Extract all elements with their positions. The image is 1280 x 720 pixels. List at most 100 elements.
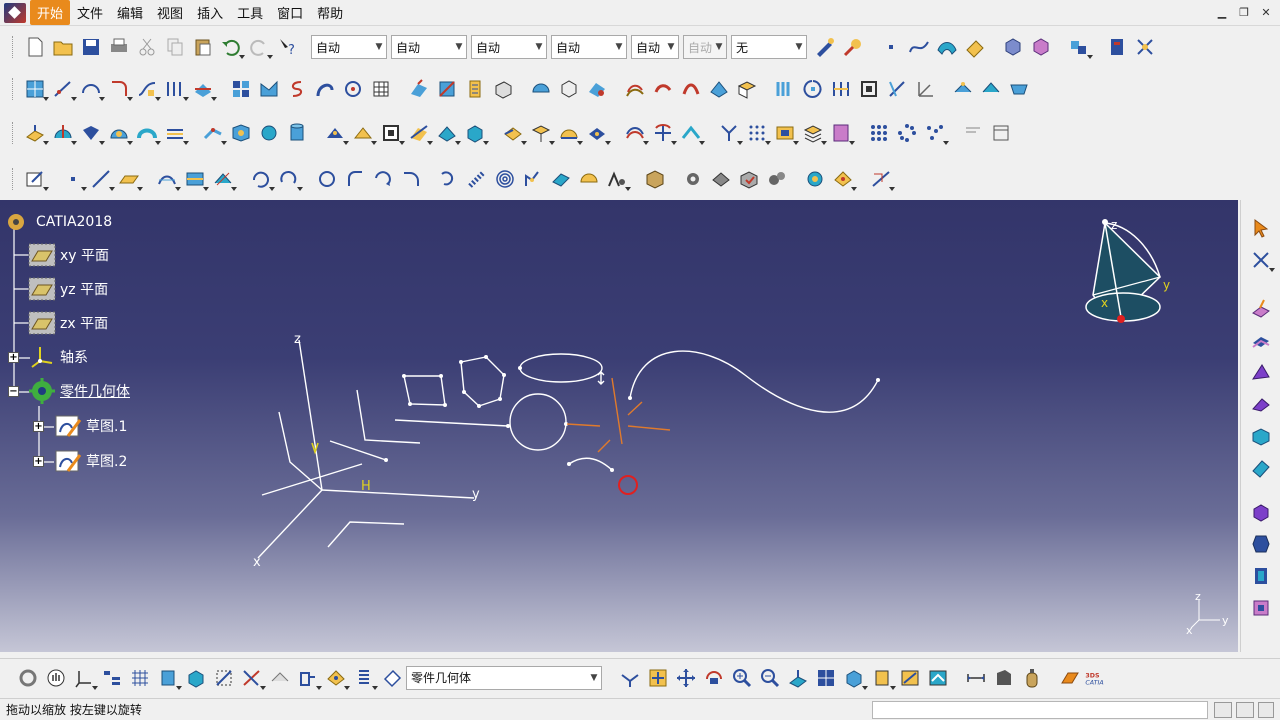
toolbar-grip[interactable] <box>12 78 15 100</box>
dot-pattern-icon[interactable] <box>865 119 893 147</box>
pattern-icon[interactable] <box>227 75 255 103</box>
polyline-icon[interactable] <box>255 75 283 103</box>
deform-icon[interactable] <box>583 119 611 147</box>
extrude-surface-icon[interactable] <box>21 119 49 147</box>
painter-icon[interactable] <box>811 33 839 61</box>
thick-surface-icon[interactable] <box>1247 562 1275 590</box>
point-type-combo[interactable]: 自动 ▼ <box>631 35 679 59</box>
intersection-icon[interactable] <box>189 75 217 103</box>
axis-icon[interactable] <box>911 75 939 103</box>
whats-this-icon[interactable]: ? <box>273 33 301 61</box>
close-surface-icon[interactable] <box>1247 594 1275 622</box>
toolbar-grip[interactable] <box>12 122 15 144</box>
save-icon[interactable] <box>77 33 105 61</box>
tree-item-yz-plane[interactable]: yz 平面 <box>28 275 108 303</box>
fly-mode-icon[interactable] <box>616 664 644 692</box>
trim-icon[interactable] <box>649 75 677 103</box>
expand-sketch1-icon[interactable]: + <box>33 421 44 432</box>
rotate-icon[interactable] <box>827 75 855 103</box>
solid-hex-icon[interactable] <box>1247 530 1275 558</box>
draft-analysis-icon[interactable] <box>677 119 705 147</box>
extrude-icon[interactable] <box>405 75 433 103</box>
connect-tool-icon[interactable] <box>369 165 397 193</box>
join-icon[interactable] <box>705 75 733 103</box>
pan-icon[interactable] <box>672 664 700 692</box>
collapse-body-icon[interactable]: − <box>8 386 19 397</box>
extract-surface-icon[interactable] <box>405 119 433 147</box>
solid-box-icon[interactable] <box>1247 498 1275 526</box>
line-type-combo[interactable]: 自动 ▼ <box>311 35 387 59</box>
menu-start[interactable]: 开始 <box>30 0 71 25</box>
check-icon[interactable] <box>735 165 763 193</box>
body-icon[interactable] <box>378 664 406 692</box>
groove-icon[interactable] <box>1247 390 1275 418</box>
shading-icon[interactable] <box>868 664 896 692</box>
shape-design-icon[interactable] <box>1027 33 1055 61</box>
tritangent-fillet-icon[interactable] <box>603 165 631 193</box>
fillet-surface-icon[interactable] <box>433 119 461 147</box>
iso-view-icon[interactable] <box>840 664 868 692</box>
layers-icon[interactable] <box>350 664 378 692</box>
menu-edit[interactable]: 编辑 <box>110 0 150 25</box>
sketch-tools-icon[interactable] <box>1247 246 1275 274</box>
helix-tool-icon[interactable] <box>463 165 491 193</box>
power-input-button-1[interactable] <box>1214 702 1232 718</box>
connect-checker-icon[interactable] <box>649 119 677 147</box>
sphere-surface-icon[interactable] <box>77 119 105 147</box>
gears-icon[interactable] <box>763 165 791 193</box>
toolbar-grip[interactable] <box>12 36 15 58</box>
paste-icon[interactable] <box>189 33 217 61</box>
template-icon[interactable] <box>1005 75 1033 103</box>
menu-view[interactable]: 视图 <box>150 0 190 25</box>
circle-arc-icon[interactable] <box>77 75 105 103</box>
measure-between-icon[interactable] <box>962 664 990 692</box>
eraser-icon[interactable] <box>961 33 989 61</box>
pocket-icon[interactable] <box>1247 326 1275 354</box>
circular-pattern-icon[interactable] <box>893 119 921 147</box>
instantiate-icon[interactable] <box>949 75 977 103</box>
lighting-icon[interactable] <box>322 664 350 692</box>
sweep-icon[interactable] <box>461 75 489 103</box>
rolling-offset-icon[interactable] <box>275 165 303 193</box>
axis-system-tool-icon[interactable] <box>70 664 98 692</box>
gear-icon[interactable] <box>679 165 707 193</box>
cube-view-icon[interactable] <box>182 664 210 692</box>
render-style-icon[interactable] <box>294 664 322 692</box>
undo-icon[interactable] <box>217 33 245 61</box>
knowledge-icon[interactable] <box>1131 33 1159 61</box>
grid-points-icon[interactable] <box>21 75 49 103</box>
extract-icon[interactable] <box>771 75 799 103</box>
tree-item-xy-plane[interactable]: xy 平面 <box>28 241 109 269</box>
select-arrow-icon[interactable] <box>1247 214 1275 242</box>
close-icon[interactable]: ✕ <box>1258 4 1274 20</box>
app-logo-icon[interactable] <box>4 2 26 23</box>
open-catalog-icon[interactable] <box>641 165 669 193</box>
corner-icon[interactable] <box>105 75 133 103</box>
shaft-icon[interactable] <box>1247 358 1275 386</box>
surface-icon[interactable] <box>933 33 961 61</box>
revolve-surface-icon[interactable] <box>49 119 77 147</box>
fill-surface-icon[interactable] <box>105 119 133 147</box>
toolbar-grip[interactable] <box>12 168 15 190</box>
spiral-icon[interactable] <box>311 75 339 103</box>
projection-tool-icon[interactable] <box>153 165 181 193</box>
curve-on-surface-icon[interactable] <box>339 75 367 103</box>
redo-icon[interactable] <box>245 33 273 61</box>
spine-tool-icon[interactable] <box>519 165 547 193</box>
cut-icon[interactable] <box>133 33 161 61</box>
document-3d-icon[interactable] <box>827 119 855 147</box>
spiral-tool-icon[interactable] <box>491 165 519 193</box>
measure-icon[interactable] <box>867 165 895 193</box>
cylinder-icon[interactable] <box>283 119 311 147</box>
work-object-combo[interactable]: 零件几何体 ▼ <box>406 665 602 690</box>
tree-expand-icon[interactable] <box>98 664 126 692</box>
law-icon[interactable] <box>621 119 649 147</box>
line-weight-combo[interactable]: 自动 ▼ <box>391 35 467 59</box>
open-folder-icon[interactable] <box>49 33 77 61</box>
design-table-icon[interactable] <box>829 165 857 193</box>
measure-item-icon[interactable] <box>990 664 1018 692</box>
properties-brush-icon[interactable] <box>839 33 867 61</box>
split-icon[interactable] <box>677 75 705 103</box>
grid-icon[interactable] <box>126 664 154 692</box>
offset-icon[interactable] <box>621 75 649 103</box>
